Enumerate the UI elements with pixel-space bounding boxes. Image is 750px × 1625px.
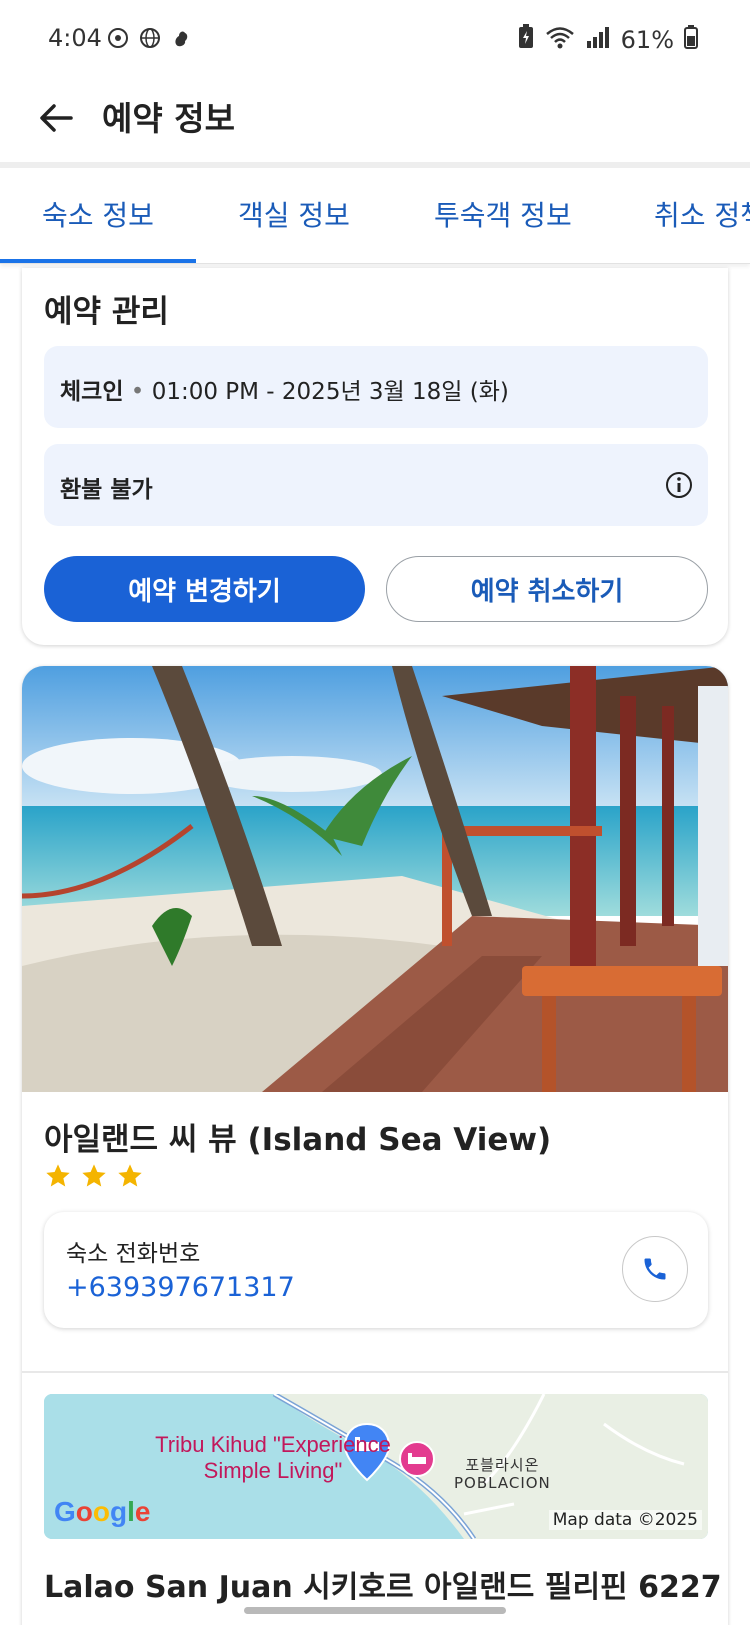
status-time: 4:04 <box>48 24 102 52</box>
phone-icon <box>644 1258 666 1280</box>
refund-row[interactable]: 환불 불가 <box>44 444 708 526</box>
card-divider <box>22 1371 728 1373</box>
checkin-row: 체크인 • 01:00 PM - 2025년 3월 18일 (화) <box>44 346 708 428</box>
status-bar: 4:04 61% <box>0 0 750 80</box>
back-arrow-icon <box>40 104 73 132</box>
map-attribution: Map data ©2025 <box>548 1510 702 1530</box>
phone-label: 숙소 전화번호 <box>66 1241 201 1267</box>
google-logo: Google <box>54 1496 151 1527</box>
phone-number-link[interactable]: +639397671317 <box>66 1272 295 1303</box>
app-bar: 예약 정보 <box>0 80 750 162</box>
change-reservation-button[interactable]: 예약 변경하기 <box>44 556 365 622</box>
star-icon <box>82 1164 106 1187</box>
refund-text: 환불 불가 <box>60 477 153 503</box>
active-tab-indicator <box>0 259 196 263</box>
home-indicator[interactable] <box>244 1607 506 1614</box>
map-place-label: Tribu Kihud "Experience Simple Living" <box>155 1432 391 1483</box>
map-area-label: 포블라시온 POBLACION <box>454 1456 551 1492</box>
star-rating <box>44 1162 144 1190</box>
tab-guest-info[interactable]: 투숙객 정보 <box>434 194 572 234</box>
battery-icon <box>684 25 698 55</box>
hotel-card: 아일랜드 씨 뷰 (Island Sea View) 숙소 전화번호 +6393… <box>22 666 728 1625</box>
reservation-management-card: 예약 관리 체크인 • 01:00 PM - 2025년 3월 18일 (화) … <box>22 268 728 645</box>
hotel-photo <box>22 666 728 1092</box>
battery-saver-icon <box>517 24 535 56</box>
bullet-separator: • <box>130 379 152 405</box>
map-area-label-en: POBLACION <box>454 1474 551 1492</box>
property-phone-box: 숙소 전화번호 +639397671317 <box>44 1212 708 1328</box>
signal-icon <box>585 25 611 55</box>
info-icon[interactable] <box>664 470 694 500</box>
tab-bar: 숙소 정보 객실 정보 투숙객 정보 취소 정책 <box>0 168 750 264</box>
wifi-icon <box>545 25 575 55</box>
call-button[interactable] <box>622 1236 688 1302</box>
map-area-label-ko: 포블라시온 <box>465 1456 540 1474</box>
section-title: 예약 관리 <box>44 294 169 330</box>
location-map[interactable]: Tribu Kihud "Experience Simple Living" 포… <box>44 1394 708 1539</box>
tab-room-info[interactable]: 객실 정보 <box>238 194 350 234</box>
notification-icon <box>170 26 194 50</box>
star-icon <box>118 1164 142 1187</box>
battery-percentage: 61% <box>620 26 674 54</box>
checkin-label: 체크인 <box>60 379 124 405</box>
star-icon <box>46 1164 70 1187</box>
status-right: 61% <box>517 24 698 56</box>
sync-icon <box>106 26 130 50</box>
tab-cancellation-policy[interactable]: 취소 정책 <box>654 194 750 234</box>
hotel-name: 아일랜드 씨 뷰 (Island Sea View) <box>44 1122 552 1158</box>
status-icons-left <box>106 26 194 50</box>
checkin-value: 01:00 PM - 2025년 3월 18일 (화) <box>151 379 509 405</box>
tab-property-info[interactable]: 숙소 정보 <box>42 194 154 234</box>
hotel-address[interactable]: Lalao San Juan 시키호르 아일랜드 필리핀 6227 <box>44 1562 722 1606</box>
cancel-reservation-button[interactable]: 예약 취소하기 <box>386 556 708 622</box>
page-title: 예약 정보 <box>102 99 235 138</box>
globe-icon <box>138 26 162 50</box>
back-button[interactable] <box>32 94 80 142</box>
